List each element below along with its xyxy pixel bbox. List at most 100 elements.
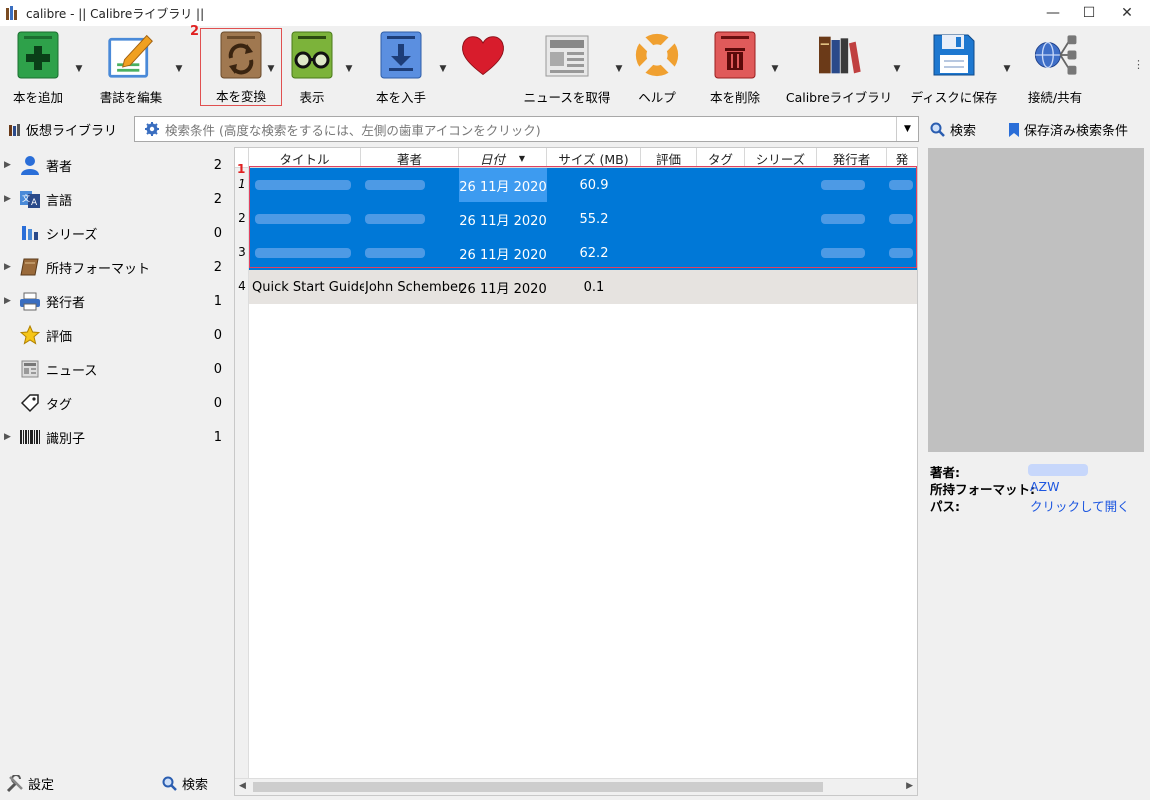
size-cell: 55.2 xyxy=(579,211,609,227)
table-header: タイトル 著者 日付 ▼ サイズ (MB) 評価 タグ シリーズ 発行者 発 xyxy=(235,148,917,168)
scroll-left-icon[interactable]: ◀ xyxy=(239,781,246,791)
tag-browser-find-button[interactable]: 検索 xyxy=(162,774,208,793)
blurred-title xyxy=(255,180,351,190)
date-cell: 26 11月 2020 xyxy=(459,247,547,263)
selection-marker-1: 1 xyxy=(237,162,246,176)
date-cell: 26 11月 2020 xyxy=(459,213,547,229)
remove-books-dropdown-icon[interactable]: ▼ xyxy=(770,64,780,74)
column-header-rating[interactable]: 評価 xyxy=(641,148,697,168)
tag-browser-item-authors[interactable]: ▶ 著者 2 xyxy=(0,148,228,182)
series-icon xyxy=(18,222,42,244)
search-input[interactable]: 検索条件 (高度な検索をするには、左側の歯車アイコンをクリック) xyxy=(165,120,896,139)
scrollbar-thumb[interactable] xyxy=(253,782,823,792)
detail-row-path: パス: クリックして開く xyxy=(930,496,1146,515)
row-number: 2 xyxy=(238,211,246,225)
scroll-right-icon[interactable]: ▶ xyxy=(906,781,913,791)
convert-books-dropdown-icon[interactable]: ▼ xyxy=(266,64,276,74)
edit-metadata-button[interactable]: 書誌を編集 xyxy=(96,28,166,106)
table-row[interactable]: 26 11月 2020 55.2 xyxy=(249,202,917,236)
table-row[interactable]: Quick Start Guide John Schember 26 11月 2… xyxy=(249,270,917,304)
close-button[interactable]: ✕ xyxy=(1104,0,1150,26)
expand-arrow-icon[interactable]: ▶ xyxy=(4,160,18,170)
column-header-tags[interactable]: タグ xyxy=(697,148,745,168)
get-books-dropdown-icon[interactable]: ▼ xyxy=(438,64,448,74)
format-link[interactable]: AZW xyxy=(1030,479,1059,494)
blurred-published xyxy=(889,214,913,224)
edit-metadata-dropdown-icon[interactable]: ▼ xyxy=(174,64,184,74)
calibre-library-dropdown-icon[interactable]: ▼ xyxy=(892,64,902,74)
save-to-disk-button[interactable]: ディスクに保存 xyxy=(910,28,998,106)
detail-row-author: 著者: xyxy=(930,462,1146,480)
tag-browser-item-rating[interactable]: 評価 0 xyxy=(0,318,228,352)
search-box[interactable]: 検索条件 (高度な検索をするには、左側の歯車アイコンをクリック) ▼ xyxy=(134,116,919,142)
search-row: 仮想ライブラリ 検索条件 (高度な検索をするには、左側の歯車アイコンをクリック)… xyxy=(0,112,1150,146)
table-row[interactable]: 26 11月 2020 60.9 xyxy=(249,168,917,202)
person-icon xyxy=(18,154,42,176)
star-icon xyxy=(18,324,42,346)
help-button[interactable]: ヘルプ xyxy=(628,28,686,106)
horizontal-scrollbar[interactable]: ◀ ▶ xyxy=(235,778,917,795)
column-header-title[interactable]: タイトル xyxy=(249,148,361,168)
fetch-news-dropdown-icon[interactable]: ▼ xyxy=(614,64,624,74)
blurred-publisher xyxy=(821,248,865,258)
column-header-publisher[interactable]: 発行者 xyxy=(817,148,887,168)
expand-arrow-icon[interactable]: ▶ xyxy=(4,194,18,204)
expand-arrow-icon[interactable]: ▶ xyxy=(4,432,18,442)
table-row[interactable]: 26 11月 2020 62.2 xyxy=(249,236,917,270)
barcode-icon xyxy=(18,426,42,448)
tag-browser-item-languages[interactable]: ▶ A文 言語 2 xyxy=(0,182,228,216)
heart-icon xyxy=(458,28,508,82)
book-format-icon xyxy=(18,256,42,278)
connect-share-button[interactable]: 接続/共有 xyxy=(1020,28,1090,106)
book-cover-preview[interactable] xyxy=(928,148,1144,452)
path-link[interactable]: クリックして開く xyxy=(1030,496,1130,515)
tag-browser-item-identifiers[interactable]: ▶ 識別子 1 xyxy=(0,420,228,454)
date-cell: 26 11月 2020 xyxy=(459,168,547,202)
tag-browser-item-news[interactable]: ニュース 0 xyxy=(0,352,228,386)
library-books-icon xyxy=(814,28,864,81)
expand-arrow-icon[interactable]: ▶ xyxy=(4,296,18,306)
virtual-library-button[interactable]: 仮想ライブラリ xyxy=(8,120,117,139)
blurred-author xyxy=(365,248,425,258)
row-number-gutter xyxy=(235,168,249,779)
add-books-dropdown-icon[interactable]: ▼ xyxy=(74,64,84,74)
search-history-dropdown-icon[interactable]: ▼ xyxy=(896,117,918,141)
view-book-icon xyxy=(287,28,337,81)
blurred-author xyxy=(365,214,425,224)
svg-text:文: 文 xyxy=(22,193,30,203)
calibre-library-button[interactable]: Calibreライブラリ xyxy=(786,28,892,106)
tag-browser-item-formats[interactable]: ▶ 所持フォーマット 2 xyxy=(0,250,228,284)
virtual-library-icon xyxy=(9,123,20,136)
add-books-button[interactable]: 本を追加 xyxy=(8,28,68,106)
saved-searches-button[interactable]: 保存済み検索条件 xyxy=(1008,120,1128,139)
blurred-title xyxy=(255,214,351,224)
more-actions-icon[interactable]: ⋮ xyxy=(1133,58,1144,71)
step-marker-2: 2 xyxy=(190,24,200,39)
tag-browser-item-publishers[interactable]: ▶ 発行者 1 xyxy=(0,284,228,318)
fetch-news-button[interactable]: ニュースを取得 xyxy=(522,28,612,106)
search-icon xyxy=(930,122,945,137)
get-books-button[interactable]: 本を入手 xyxy=(370,28,432,106)
column-header-published[interactable]: 発 xyxy=(887,148,917,168)
save-to-disk-dropdown-icon[interactable]: ▼ xyxy=(1002,64,1012,74)
remove-books-button[interactable]: 本を削除 xyxy=(704,28,766,106)
tag-browser-settings-button[interactable]: 設定 xyxy=(6,774,54,793)
column-header-size[interactable]: サイズ (MB) xyxy=(547,148,641,168)
view-dropdown-icon[interactable]: ▼ xyxy=(344,64,354,74)
donate-button[interactable] xyxy=(454,28,512,106)
column-header-author[interactable]: 著者 xyxy=(361,148,459,168)
expand-arrow-icon[interactable]: ▶ xyxy=(4,262,18,272)
row-number: 3 xyxy=(238,245,246,259)
svg-text:A: A xyxy=(31,198,38,208)
sort-descending-icon: ▼ xyxy=(518,153,526,163)
tag-browser-item-tags[interactable]: タグ 0 xyxy=(0,386,228,420)
tag-browser-item-series[interactable]: シリーズ 0 xyxy=(0,216,228,250)
column-header-series[interactable]: シリーズ xyxy=(745,148,817,168)
get-books-icon xyxy=(376,28,426,81)
printer-icon xyxy=(18,290,42,312)
column-header-date[interactable]: 日付 ▼ xyxy=(459,148,547,168)
blurred-author-link[interactable] xyxy=(1028,464,1088,476)
gear-icon[interactable] xyxy=(145,122,159,136)
view-button[interactable]: 表示 xyxy=(284,28,340,106)
search-button[interactable]: 検索 xyxy=(930,120,976,139)
